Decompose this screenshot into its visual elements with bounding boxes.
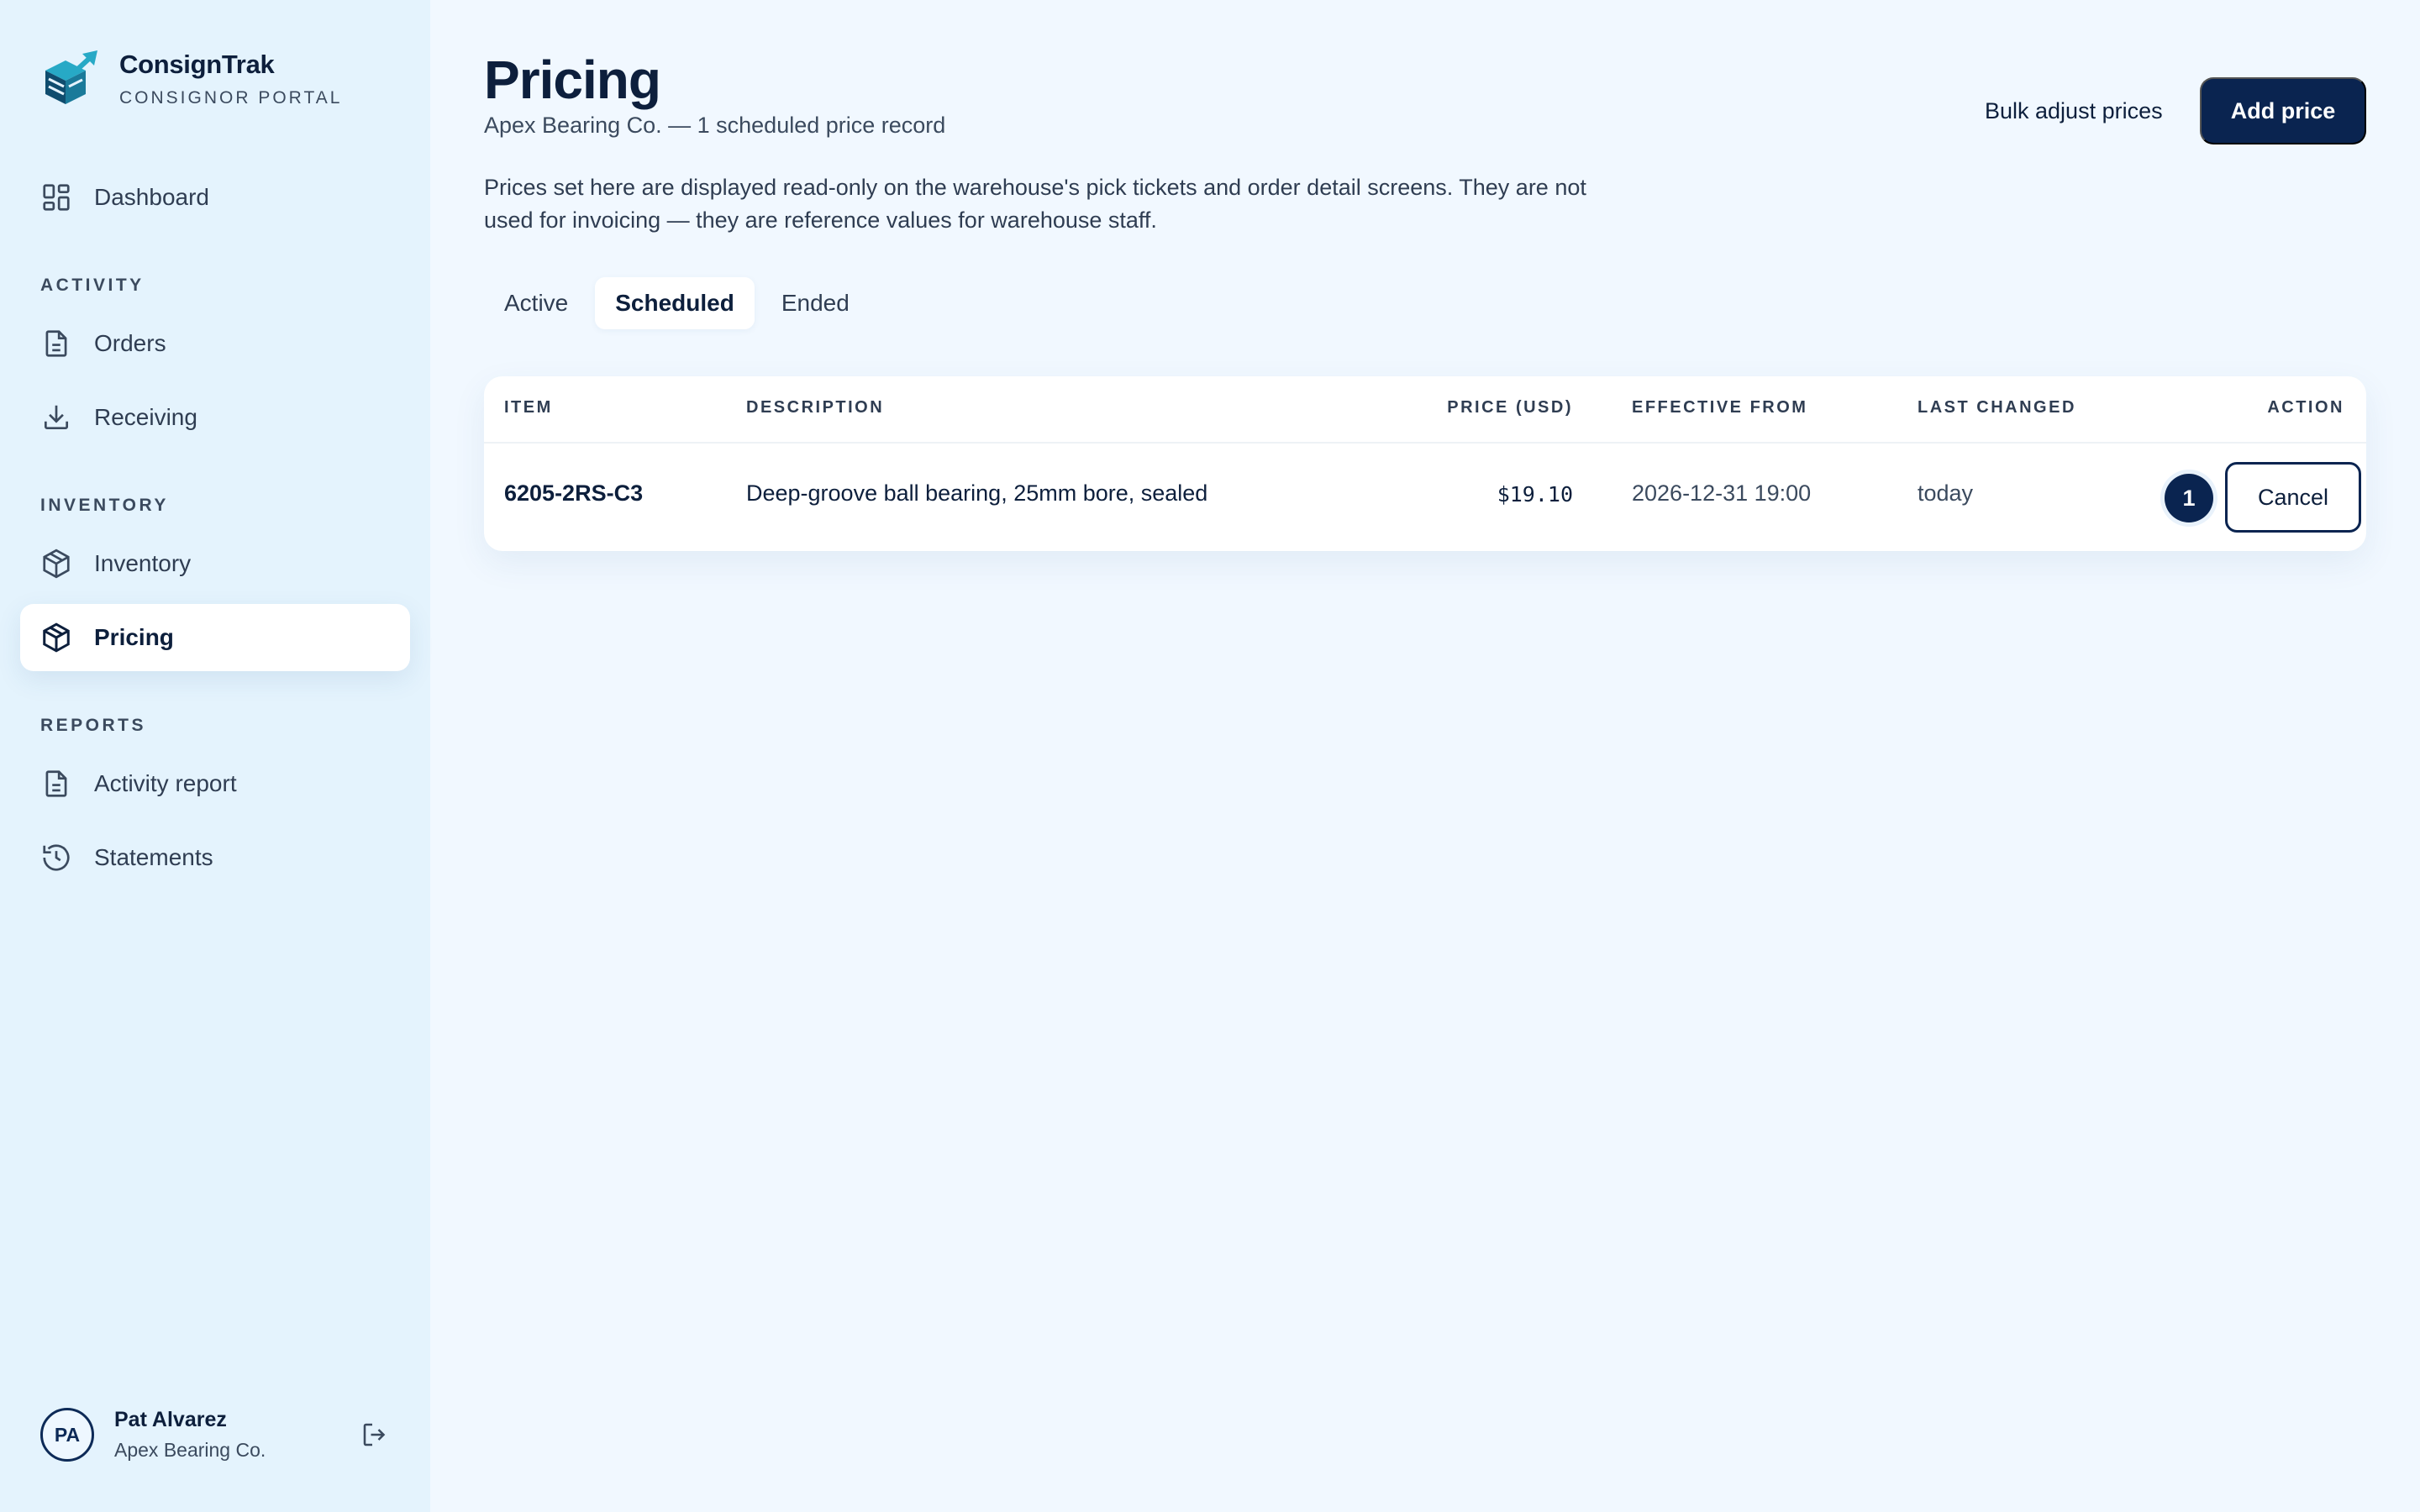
sidebar-item-label: Activity report [94,770,237,796]
column-header-price[interactable]: PRICE (USD) [1447,398,1573,417]
grid-icon [43,184,70,211]
brand-name: ConsignTrak [119,50,275,79]
avatar[interactable]: PA [40,1408,94,1462]
user-name: Pat Alvarez [114,1408,227,1431]
column-header-item[interactable]: ITEM [504,398,553,417]
box-icon [43,622,70,653]
app-root: ConsignTrak CONSIGNOR PORTAL Dashboard A… [0,0,2420,1512]
sidebar-item-label: Receiving [94,404,197,430]
sidebar-item-statements[interactable]: Statements [20,824,410,891]
history-icon [43,844,70,871]
column-header-action: ACTION [2267,398,2344,417]
sidebar-item-dashboard[interactable]: Dashboard [20,164,410,231]
brand-subtitle: CONSIGNOR PORTAL [119,88,343,108]
sidebar-item-label: Statements [94,844,213,870]
item-price: $19.10 [1497,482,1573,507]
section-label-inventory: INVENTORY [40,496,169,515]
document-icon [45,770,67,797]
item-sku[interactable]: 6205-2RS-C3 [504,480,643,507]
pricing-table: ITEM DESCRIPTION PRICE (USD) EFFECTIVE F… [484,376,2366,551]
logout-icon[interactable] [360,1420,390,1450]
item-description: Deep-groove ball bearing, 25mm bore, sea… [746,480,1208,506]
brand[interactable]: ConsignTrak CONSIGNOR PORTAL [40,49,342,109]
tab-scheduled[interactable]: Scheduled [595,277,755,329]
document-icon [45,330,67,357]
sidebar-item-receiving[interactable]: Receiving [20,384,410,451]
add-price-button[interactable]: Add price [2200,77,2366,144]
effective-from: 2026-12-31 19:00 [1632,480,1812,506]
count-badge: 1 [2165,474,2213,522]
page-subtitle: Apex Bearing Co. — 1 scheduled price rec… [484,113,946,138]
column-header-last-changed[interactable]: LAST CHANGED [1918,398,2076,417]
cube-arrow-logo-icon [45,50,97,104]
sidebar-item-label: Inventory [94,550,192,576]
cancel-button[interactable]: Cancel [2225,462,2361,533]
box-icon [43,549,70,579]
download-icon [44,405,69,430]
table-row[interactable]: 6205-2RS-C3 Deep-groove ball bearing, 25… [484,444,2366,551]
sidebar-item-label: Pricing [94,624,174,650]
sidebar-item-activity-report[interactable]: Activity report [20,750,410,817]
sidebar-item-orders[interactable]: Orders [20,310,410,377]
sidebar-item-inventory[interactable]: Inventory [20,530,410,597]
tab-ended[interactable]: Ended [761,277,870,329]
status-tabs: Active Scheduled Ended [484,277,876,329]
main-content: Pricing Apex Bearing Co. — 1 scheduled p… [430,0,2420,1512]
bulk-adjust-prices-button[interactable]: Bulk adjust prices [1960,77,2188,144]
sidebar-item-label: Dashboard [94,184,209,210]
user-org: Apex Bearing Co. [114,1439,266,1461]
table-header: ITEM DESCRIPTION PRICE (USD) EFFECTIVE F… [484,376,2366,444]
page-note: Prices set here are displayed read-only … [484,175,1586,233]
sidebar-item-label: Orders [94,330,166,356]
page-title: Pricing [484,50,661,110]
sidebar-item-pricing[interactable]: Pricing [20,604,410,671]
section-label-activity: ACTIVITY [40,276,145,295]
sidebar: ConsignTrak CONSIGNOR PORTAL Dashboard A… [0,0,430,1512]
column-header-description[interactable]: DESCRIPTION [746,398,884,417]
tab-active[interactable]: Active [484,277,588,329]
last-changed: today [1918,480,1974,506]
user-profile: PA Pat Alvarez Apex Bearing Co. [40,1408,390,1462]
column-header-effective-from[interactable]: EFFECTIVE FROM [1632,398,1807,417]
section-label-reports: REPORTS [40,716,147,735]
